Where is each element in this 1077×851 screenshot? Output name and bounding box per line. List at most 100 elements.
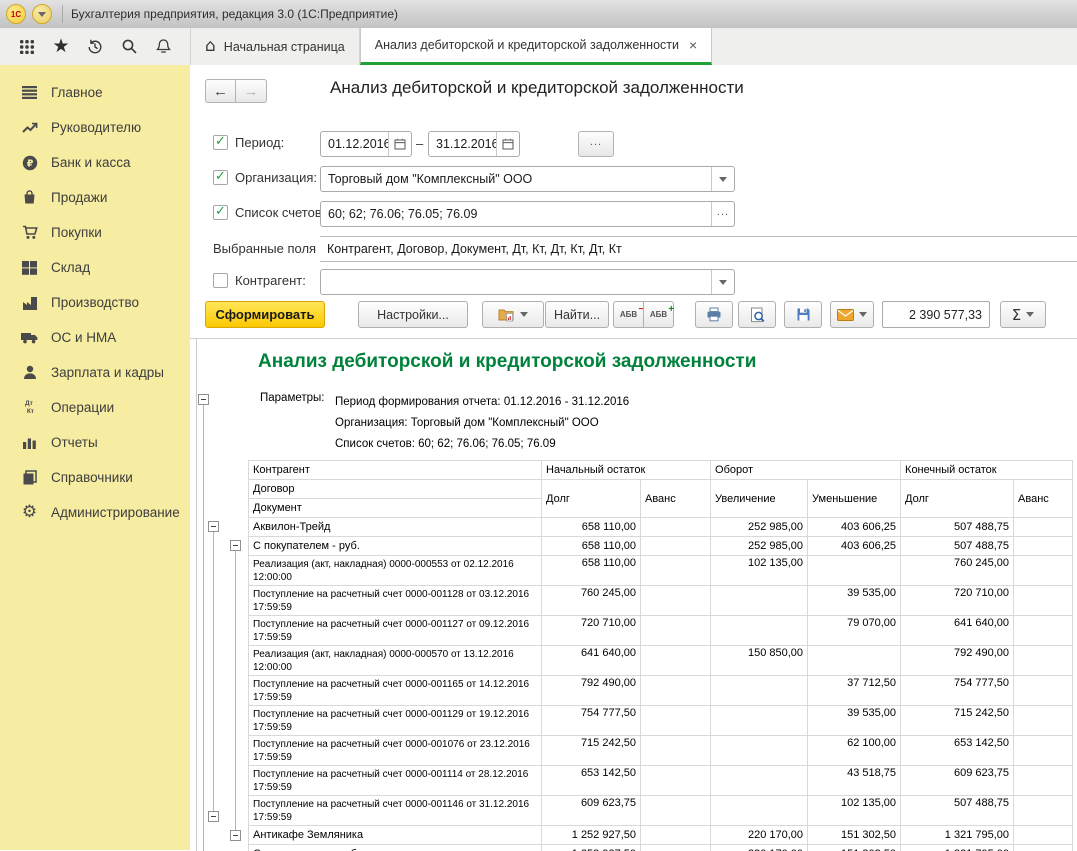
collapse-groups-icon: АБВ− (620, 311, 637, 319)
generate-button[interactable]: Сформировать (205, 301, 325, 328)
history-icon[interactable] (84, 36, 106, 58)
period-checkbox[interactable]: ✓ (213, 135, 228, 150)
chevron-down-icon[interactable] (711, 167, 734, 191)
calendar-icon[interactable] (388, 132, 411, 156)
sidebar-item-label: Банк и касса (51, 155, 131, 170)
settings-button[interactable]: Настройки... (358, 301, 468, 328)
report-variants-button[interactable] (482, 301, 544, 328)
table-row[interactable]: Аквилон-Трейд658 110,00252 985,00403 606… (249, 518, 1073, 537)
counterparty-checkbox[interactable] (213, 273, 228, 288)
tab-active-report[interactable]: Анализ дебиторской и кредиторской задолж… (360, 28, 712, 65)
collapse-subgroup-toggle[interactable] (230, 830, 241, 841)
table-row[interactable]: Поступление на расчетный счет 0000-00111… (249, 766, 1073, 796)
period-dash: – (416, 136, 423, 151)
row-value: 403 606,25 (808, 518, 901, 537)
sidebar-item-label: Администрирование (51, 505, 180, 520)
sidebar-item-rukovoditelyu[interactable]: Руководителю (0, 110, 190, 145)
collapse-report-toggle[interactable] (198, 394, 209, 405)
print-preview-button[interactable] (738, 301, 776, 328)
row-value: 62 100,00 (808, 736, 901, 766)
filter-row-period: ✓ Период: 01.12.2016 – 31.12.2016 ... (190, 131, 1077, 157)
window-titlebar: 1С Бухгалтерия предприятия, редакция 3.0… (0, 0, 1077, 29)
counterparty-select[interactable] (320, 269, 735, 295)
sidebar-item-glavnoe[interactable]: Главное (0, 75, 190, 110)
table-row[interactable]: С покупателем - руб.1 252 927,50220 170,… (249, 845, 1073, 851)
app-logo-1c-icon[interactable]: 1С (6, 4, 26, 24)
row-value: 641 640,00 (901, 616, 1014, 646)
sidebar-item-os-i-nma[interactable]: ОС и НМА (0, 320, 190, 355)
accounts-checkbox[interactable]: ✓ (213, 205, 228, 220)
period-from-field[interactable]: 01.12.2016 (320, 131, 412, 157)
report-toolbar: Сформировать Настройки... Найти... АБВ− … (190, 301, 1077, 329)
bell-icon[interactable] (152, 36, 174, 58)
apps-grid-icon[interactable] (16, 36, 38, 58)
sidebar-item-bank-i-kassa[interactable]: ₽ Банк и касса (0, 145, 190, 180)
table-row[interactable]: Поступление на расчетный счет 0000-00112… (249, 586, 1073, 616)
window-title: Бухгалтерия предприятия, редакция 3.0 (1… (71, 7, 398, 21)
gear-icon: ⚙ (21, 504, 38, 521)
table-row[interactable]: Антикафе Земляника1 252 927,50220 170,00… (249, 826, 1073, 845)
sidebar-item-prodazhi[interactable]: Продажи (0, 180, 190, 215)
row-value (641, 845, 711, 851)
fields-value-field[interactable]: Контрагент, Договор, Документ, Дт, Кт, Д… (320, 236, 1077, 262)
sidebar-item-proizvodstvo[interactable]: Производство (0, 285, 190, 320)
accounts-field[interactable]: 60; 62; 76.06; 76.05; 76.09 ... (320, 201, 735, 227)
table-row[interactable]: Реализация (акт, накладная) 0000-000570 … (249, 646, 1073, 676)
collapse-group-toggle[interactable] (208, 811, 219, 822)
print-icon (706, 307, 722, 322)
sidebar-item-label: Продажи (51, 190, 107, 205)
print-button[interactable] (695, 301, 733, 328)
row-value: 760 245,00 (542, 586, 641, 616)
sidebar-item-sklad[interactable]: Склад (0, 250, 190, 285)
close-icon[interactable]: × (689, 38, 697, 52)
back-button[interactable]: ← (205, 79, 236, 103)
table-row[interactable]: Поступление на расчетный счет 0000-00112… (249, 706, 1073, 736)
collapse-groups-button[interactable]: АБВ− (613, 301, 644, 328)
chevron-down-icon[interactable] (711, 270, 734, 294)
expand-groups-button[interactable]: АБВ+ (643, 301, 674, 328)
sum-button[interactable]: Σ (1000, 301, 1046, 328)
table-row[interactable]: Поступление на расчетный счет 0000-00107… (249, 736, 1073, 766)
calendar-icon[interactable] (496, 132, 519, 156)
table-row[interactable]: Поступление на расчетный счет 0000-00116… (249, 676, 1073, 706)
row-value (1014, 616, 1073, 646)
row-value: 102 135,00 (711, 556, 808, 586)
email-button[interactable] (830, 301, 874, 328)
sidebar-item-spravochniki[interactable]: Справочники (0, 460, 190, 495)
column-header: Аванс (641, 480, 711, 518)
collapse-group-toggle[interactable] (208, 521, 219, 532)
column-header: Увеличение (711, 480, 808, 518)
system-menu-button[interactable] (32, 4, 52, 24)
table-row[interactable]: Реализация (акт, накладная) 0000-000553 … (249, 556, 1073, 586)
ellipsis-icon[interactable]: ... (711, 202, 734, 226)
bar-chart-icon (21, 434, 38, 451)
row-value: 653 142,50 (901, 736, 1014, 766)
period-to-field[interactable]: 31.12.2016 (428, 131, 520, 157)
organization-checkbox[interactable]: ✓ (213, 170, 228, 185)
sidebar-item-label: Отчеты (51, 435, 98, 450)
sidebar-item-operacii[interactable]: Дт Кт Операции (0, 390, 190, 425)
search-icon[interactable] (118, 36, 140, 58)
row-value: 754 777,50 (901, 676, 1014, 706)
forward-button[interactable]: → (236, 79, 267, 103)
save-button[interactable] (784, 301, 822, 328)
row-label: Реализация (акт, накладная) 0000-000570 … (249, 646, 542, 676)
column-header: Документ (249, 499, 542, 518)
sum-display-field[interactable]: 2 390 577,33 (882, 301, 990, 328)
sidebar-item-otchety[interactable]: Отчеты (0, 425, 190, 460)
find-button[interactable]: Найти... (545, 301, 609, 328)
organization-select[interactable]: Торговый дом "Комплексный" ООО (320, 166, 735, 192)
period-more-button[interactable]: ... (578, 131, 614, 157)
star-icon[interactable]: ★ (50, 36, 72, 58)
collapse-subgroup-toggle[interactable] (230, 540, 241, 551)
table-row[interactable]: Поступление на расчетный счет 0000-00114… (249, 796, 1073, 826)
table-row[interactable]: Поступление на расчетный счет 0000-00112… (249, 616, 1073, 646)
table-row[interactable]: С покупателем - руб.658 110,00252 985,00… (249, 537, 1073, 556)
row-value (1014, 586, 1073, 616)
chevron-down-icon (38, 12, 46, 17)
column-header: Договор (249, 480, 542, 499)
sidebar-item-zarplata-i-kadry[interactable]: Зарплата и кадры (0, 355, 190, 390)
sidebar-item-pokupki[interactable]: Покупки (0, 215, 190, 250)
tab-home[interactable]: ⌂ Начальная страница (190, 28, 360, 65)
sidebar-item-administrirovanie[interactable]: ⚙ Администрирование (0, 495, 190, 530)
